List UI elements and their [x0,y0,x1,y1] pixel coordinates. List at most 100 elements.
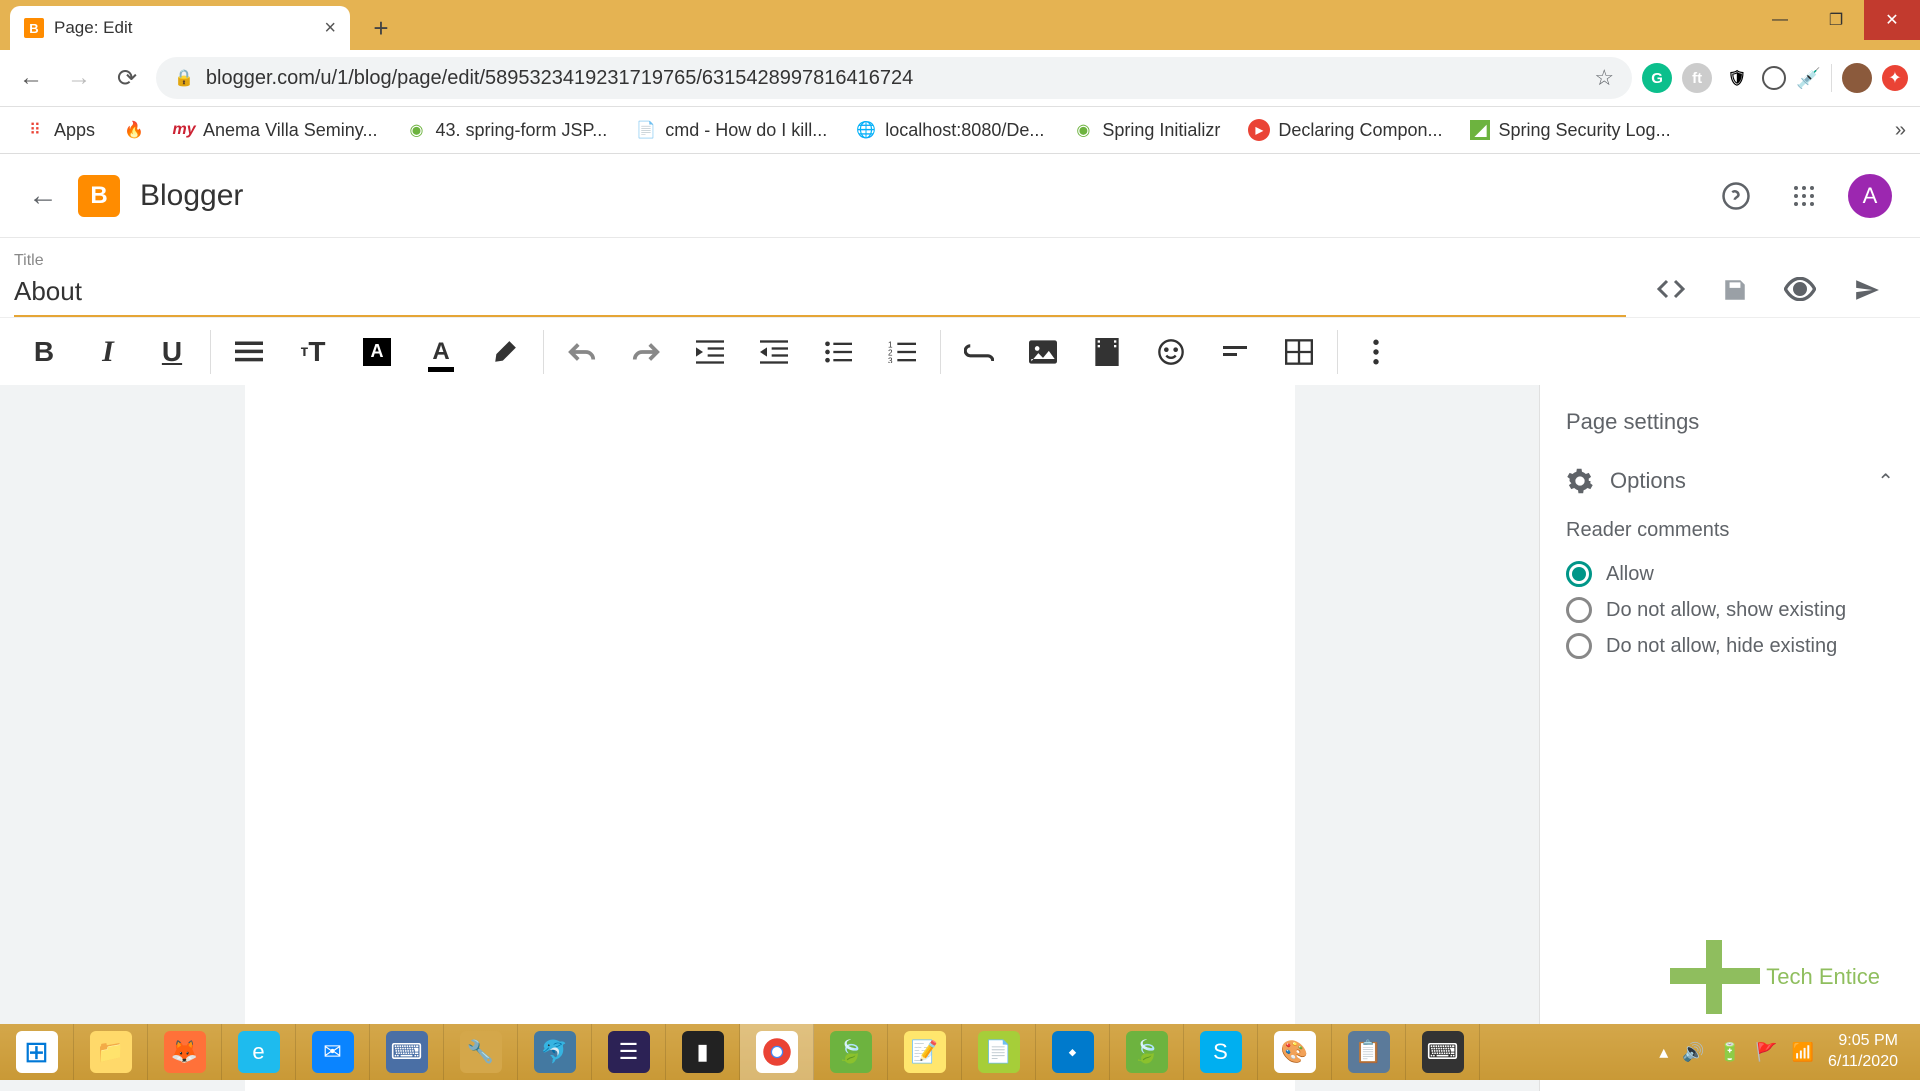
radio-icon [1566,561,1592,587]
spring-icon[interactable]: 🍃 [814,1024,888,1080]
bullet-list-button[interactable] [806,324,870,380]
outdent-button[interactable] [742,324,806,380]
bookmark-item[interactable]: ▸ Declaring Compon... [1238,113,1452,147]
bookmark-item[interactable]: ◉ 43. spring-form JSP... [395,113,617,147]
profile-avatar[interactable] [1842,63,1872,93]
tray-expand-icon[interactable]: ▴ [1659,1042,1668,1063]
main-area: Page settings Options ⌃ Reader comments … [0,385,1920,1091]
file-explorer-icon[interactable]: 📁 [74,1024,148,1080]
video-button[interactable] [1075,324,1139,380]
radio-no-hide-existing[interactable]: Do not allow, hide existing [1566,628,1894,664]
cmd-icon[interactable]: ▮ [666,1024,740,1080]
ie-icon[interactable]: e [222,1024,296,1080]
reload-button[interactable]: ⟳ [108,59,146,97]
radio-no-show-existing[interactable]: Do not allow, show existing [1566,592,1894,628]
new-tab-button[interactable]: + [362,9,400,47]
keyboard-icon[interactable]: ⌨ [370,1024,444,1080]
bookmark-item[interactable]: ◢ Spring Security Log... [1460,114,1680,147]
image-button[interactable] [1011,324,1075,380]
onscreen-keyboard-icon[interactable]: ⌨ [1406,1024,1480,1080]
grammarly-extension-icon[interactable]: G [1642,63,1672,93]
more-options-button[interactable] [1344,324,1408,380]
save-icon[interactable] [1722,277,1748,303]
thunderbird-icon[interactable]: ✉ [296,1024,370,1080]
mysql-icon[interactable]: 🐬 [518,1024,592,1080]
bookmark-item[interactable]: 📄 cmd - How do I kill... [625,113,837,147]
lock-icon: 🔒 [174,68,194,88]
tools-icon[interactable]: 🔧 [444,1024,518,1080]
emoji-button[interactable] [1139,324,1203,380]
minimize-button[interactable]: — [1752,0,1808,40]
eyedropper-extension-icon[interactable]: 💉 [1796,66,1821,91]
close-tab-icon[interactable]: × [324,17,336,40]
watermark: Tech Entice [1670,940,1880,1014]
bookmark-item[interactable]: my Anema Villa Seminy... [163,113,387,147]
undo-button[interactable] [550,324,614,380]
editor-canvas[interactable] [245,385,1295,1091]
start-button[interactable]: ⊞ [0,1024,74,1080]
bookmarks-bar: ⠿ Apps 🔥 my Anema Villa Seminy... ◉ 43. … [0,106,1920,154]
divider-button[interactable] [1203,324,1267,380]
notifications-icon[interactable]: ✦ [1882,65,1908,91]
app-back-button[interactable]: ← [28,179,58,213]
text-color-button[interactable]: A [409,324,473,380]
bookmark-apps[interactable]: ⠿ Apps [14,113,105,147]
bookmark-item[interactable]: ◉ Spring Initializr [1062,113,1230,147]
bookmark-star-icon[interactable]: ☆ [1594,65,1614,91]
forward-button[interactable]: → [60,59,98,97]
user-avatar[interactable]: A [1848,174,1892,218]
bookmark-item[interactable]: 🌐 localhost:8080/De... [845,113,1054,147]
title-field-label: Title [14,252,1626,270]
font-size-button[interactable]: тT [281,324,345,380]
help-icon[interactable] [1712,172,1760,220]
bold-button[interactable]: B [12,324,76,380]
radio-allow[interactable]: Allow [1566,556,1894,592]
back-button[interactable]: ← [12,59,50,97]
flag-icon[interactable]: 🚩 [1755,1042,1777,1063]
table-button[interactable] [1267,324,1331,380]
volume-icon[interactable]: 🔊 [1682,1042,1704,1063]
underline-button[interactable]: U [140,324,204,380]
bookmarks-overflow-icon[interactable]: » [1895,119,1906,142]
notepad-icon[interactable]: 📄 [962,1024,1036,1080]
skype-icon[interactable]: S [1184,1024,1258,1080]
link-button[interactable] [947,324,1011,380]
chevron-up-icon: ⌃ [1877,469,1894,494]
html-view-icon[interactable] [1656,277,1686,303]
extension-icon[interactable]: ft [1682,63,1712,93]
options-section-toggle[interactable]: Options ⌃ [1566,459,1894,503]
numbered-list-button[interactable]: 123 [870,324,934,380]
notes-icon[interactable]: 📝 [888,1024,962,1080]
text-background-button[interactable]: A [345,324,409,380]
eclipse-icon[interactable]: ☰ [592,1024,666,1080]
title-input[interactable] [14,276,1626,317]
maximize-button[interactable]: ❐ [1808,0,1864,40]
close-window-button[interactable]: ✕ [1864,0,1920,40]
firefox-icon[interactable]: 🦊 [148,1024,222,1080]
italic-button[interactable]: I [76,324,140,380]
redo-button[interactable] [614,324,678,380]
url-field[interactable]: 🔒 blogger.com/u/1/blog/page/edit/5895323… [156,57,1632,99]
paragraph-style-button[interactable] [217,324,281,380]
bookmark-item[interactable]: 🔥 [113,113,155,147]
spring-tool-icon[interactable]: 🍃 [1110,1024,1184,1080]
reader-comments-heading: Reader comments [1566,519,1894,542]
shield-extension-icon[interactable]: 🛡 [1722,63,1752,93]
extension-icon[interactable] [1762,66,1786,90]
vscode-icon[interactable]: ⬩ [1036,1024,1110,1080]
chrome-icon[interactable] [740,1024,814,1080]
paint-icon[interactable]: 🎨 [1258,1024,1332,1080]
browser-tab[interactable]: B Page: Edit × [10,6,350,50]
google-apps-icon[interactable] [1780,172,1828,220]
preview-icon[interactable] [1784,277,1816,303]
battery-icon[interactable]: 🔋 [1719,1042,1741,1063]
gear-icon [1566,467,1594,495]
radio-icon [1566,597,1592,623]
publish-icon[interactable] [1852,277,1882,303]
highlight-button[interactable] [473,324,537,380]
document-icon[interactable]: 📋 [1332,1024,1406,1080]
indent-button[interactable] [678,324,742,380]
clock[interactable]: 9:05 PM 6/11/2020 [1828,1031,1908,1073]
tab-favicon-icon: B [24,18,44,38]
wifi-icon[interactable]: 📶 [1792,1042,1814,1063]
